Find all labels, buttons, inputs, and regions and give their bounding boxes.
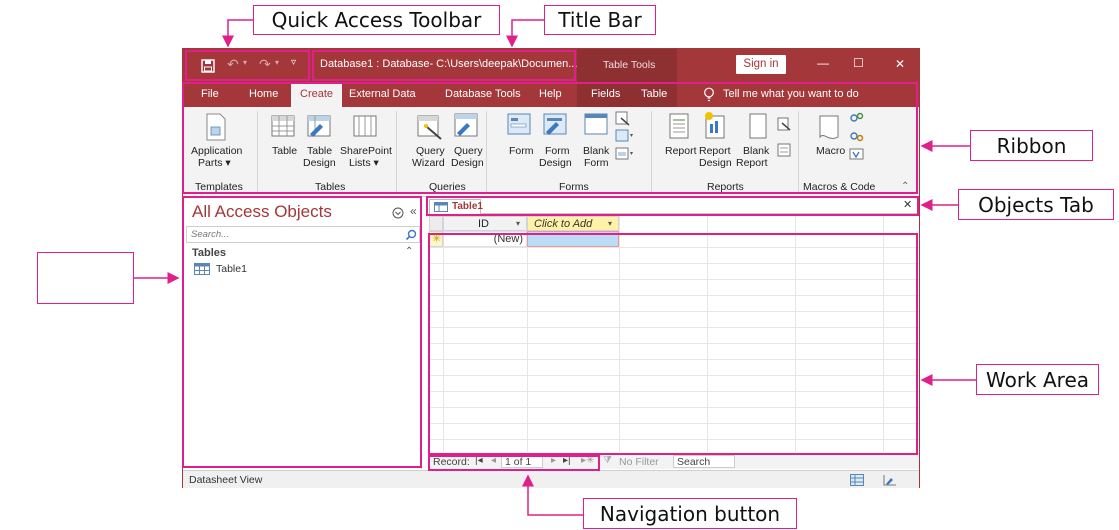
objects-tab-highlight-box (426, 196, 919, 216)
record-search-field[interactable]: Search (673, 455, 735, 468)
filter-icon[interactable]: ⧩ (603, 455, 612, 466)
callout-navigation-button: Navigation button (583, 498, 797, 529)
work-area-highlight-box (428, 233, 918, 455)
ribbon-highlight-box (182, 82, 918, 194)
nav-pane-highlight-box (182, 196, 422, 468)
design-view-icon[interactable] (883, 474, 897, 486)
sort-dropdown-icon[interactable]: ▾ (516, 219, 520, 228)
callout-work-area: Work Area (976, 364, 1099, 395)
status-view-label: Datasheet View (189, 474, 263, 486)
col-add-label: Click to Add (534, 218, 593, 230)
callout-title-bar: Title Bar (544, 5, 656, 35)
callout-ribbon: Ribbon (970, 130, 1093, 161)
column-header-id[interactable]: ID ▾ (443, 216, 527, 231)
callout-quick-access-toolbar: Quick Access Toolbar (253, 5, 500, 35)
select-all-cell[interactable] (429, 216, 443, 231)
column-header-click-to-add[interactable]: Click to Add ▾ (527, 216, 619, 231)
no-filter-indicator[interactable]: No Filter (619, 456, 659, 468)
sign-in-button[interactable]: Sign in (736, 55, 786, 74)
close-button[interactable]: ✕ (895, 57, 905, 71)
record-search-placeholder: Search (677, 456, 711, 468)
context-label: Table Tools (603, 59, 656, 71)
qat-highlight-box (185, 50, 310, 81)
minimize-button[interactable]: — (817, 56, 829, 70)
add-field-dropdown-icon[interactable]: ▾ (608, 219, 612, 228)
col-id-label: ID (478, 218, 489, 230)
datasheet-view-icon[interactable] (850, 474, 864, 486)
callout-objects-tab: Objects Tab (958, 189, 1114, 220)
maximize-button[interactable]: ☐ (853, 56, 864, 70)
callout-nav-pane-blank (37, 252, 134, 304)
title-highlight-box (312, 50, 576, 81)
navigation-highlight-box (428, 455, 600, 471)
status-bar: Datasheet View (183, 470, 919, 488)
